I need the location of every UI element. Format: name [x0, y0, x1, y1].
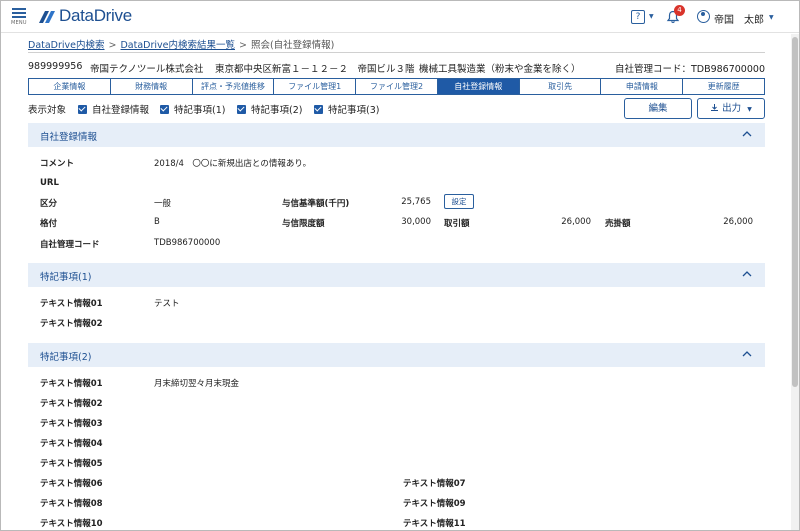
- note2-text05-label: テキスト情報05: [40, 459, 103, 469]
- note2-text04-label: テキスト情報04: [40, 439, 103, 449]
- comment-label: コメント: [40, 159, 75, 169]
- credit-base-label: 与信基準額(千円): [282, 199, 350, 209]
- user-caret-icon[interactable]: ▼: [769, 14, 774, 21]
- setting-button[interactable]: 設定: [444, 194, 474, 209]
- rating-value: B: [154, 217, 160, 227]
- filter-label: 表示対象: [28, 105, 67, 116]
- credit-base-value: 25,765: [401, 197, 431, 207]
- chevron-up-icon[interactable]: [741, 268, 753, 280]
- trade-value: 26,000: [561, 217, 591, 227]
- logo-text: DataDrive: [59, 6, 132, 25]
- note1-text01-value: テスト: [154, 299, 180, 309]
- note2-text06-label: テキスト情報06: [40, 479, 103, 489]
- mgmt-code-value: TDB986700000: [154, 238, 221, 248]
- scrollbar-thumb[interactable]: [792, 37, 798, 387]
- breadcrumb-results-link[interactable]: DataDrive内検索結果一覧: [120, 40, 235, 51]
- user-avatar-icon[interactable]: [697, 10, 710, 23]
- filter-own-registration-checkbox[interactable]: 自社登録情報: [78, 102, 149, 116]
- filter-option-label: 特記事項(2): [251, 105, 303, 116]
- receivable-label: 売掛額: [605, 219, 631, 229]
- category-value: 一般: [154, 199, 172, 209]
- help-caret-icon[interactable]: ▼: [649, 13, 654, 20]
- note2-text02-label: テキスト情報02: [40, 399, 103, 409]
- divider: [28, 52, 765, 53]
- internal-code: 自社管理コード：TDB986700000: [614, 64, 765, 75]
- rating-label: 格付: [40, 219, 58, 229]
- hamburger-icon-bar: [12, 16, 26, 18]
- note2-text08-label: テキスト情報08: [40, 499, 103, 509]
- note2-text11-label: テキスト情報11: [403, 519, 466, 529]
- filter-note3-checkbox[interactable]: 特記事項(3): [314, 102, 379, 116]
- output-button[interactable]: 出力 ▼: [697, 98, 765, 119]
- note2-text01-value: 月末締切翌々月末現金: [154, 379, 240, 389]
- chevron-up-icon[interactable]: [741, 128, 753, 140]
- tab-file-management-1[interactable]: ファイル管理1: [274, 79, 357, 94]
- note2-text01-label: テキスト情報01: [40, 379, 103, 389]
- tab-file-management-2[interactable]: ファイル管理2: [356, 79, 438, 94]
- section-title: 自社登録情報: [40, 132, 98, 143]
- receivable-value: 26,000: [723, 217, 753, 227]
- credit-limit-value: 30,000: [401, 217, 431, 227]
- app-window: MENU DataDrive ? ▼ 4 帝国 太郎 ▼ DataDrive内検…: [0, 0, 800, 531]
- section-header-note1[interactable]: 特記事項(1): [28, 263, 765, 287]
- output-label: 出力: [722, 103, 742, 114]
- filter-option-label: 特記事項(1): [174, 105, 226, 116]
- datadrive-logo-icon: [39, 11, 55, 23]
- company-code: 989999956: [28, 61, 83, 72]
- company-industry: 機械工具製造業（粉末や金業を除く）: [419, 64, 581, 75]
- section-header-note2[interactable]: 特記事項(2): [28, 343, 765, 367]
- company-address: 東京都中央区新富１－１２－２ 帝国ビル３階: [215, 64, 415, 75]
- note2-text03-label: テキスト情報03: [40, 419, 103, 429]
- mgmt-code-label: 自社管理コード: [40, 240, 100, 250]
- top-bar: MENU DataDrive ? ▼ 4 帝国 太郎 ▼: [1, 1, 799, 33]
- download-icon: [711, 104, 719, 111]
- check-icon: [237, 105, 246, 114]
- note2-text07-label: テキスト情報07: [403, 479, 466, 489]
- filter-option-label: 特記事項(3): [328, 105, 380, 116]
- tab-bar: 企業情報 財務情報 評点・予兆値推移 ファイル管理1 ファイル管理2 自社登録情…: [28, 78, 765, 95]
- note1-text01-label: テキスト情報01: [40, 299, 103, 309]
- hamburger-icon: [12, 8, 26, 10]
- chevron-down-icon: ▼: [747, 106, 752, 113]
- check-icon: [314, 105, 323, 114]
- breadcrumb-separator: >: [239, 40, 247, 51]
- notification-badge: 4: [674, 5, 685, 16]
- tab-update-history[interactable]: 更新履歴: [683, 79, 765, 94]
- tab-own-registration[interactable]: 自社登録情報: [437, 79, 520, 94]
- section-title: 特記事項(2): [40, 352, 92, 363]
- filter-note2-checkbox[interactable]: 特記事項(2): [237, 102, 302, 116]
- tab-business-partners[interactable]: 取引先: [519, 79, 602, 94]
- filter-note1-checkbox[interactable]: 特記事項(1): [160, 102, 225, 116]
- credit-limit-label: 与信限度額: [282, 219, 325, 229]
- tab-financial-info[interactable]: 財務情報: [110, 79, 193, 94]
- comment-value: 2018/4 〇〇に新規出店との情報あり。: [154, 159, 312, 169]
- note2-text09-label: テキスト情報09: [403, 499, 466, 509]
- user-name[interactable]: 帝国 太郎: [714, 11, 764, 26]
- url-label: URL: [40, 178, 59, 188]
- breadcrumb: DataDrive内検索 > DataDrive内検索結果一覧 > 照会(自社登録情報): [28, 37, 334, 51]
- trade-label: 取引額: [444, 219, 470, 229]
- filter-option-label: 自社登録情報: [92, 105, 150, 116]
- note2-text10-label: テキスト情報10: [40, 519, 103, 529]
- company-name: 帝国テクノツール株式会社: [90, 64, 204, 75]
- chevron-up-icon[interactable]: [741, 348, 753, 360]
- breadcrumb-separator: >: [108, 40, 117, 51]
- tab-score-trend[interactable]: 評点・予兆値推移: [192, 79, 275, 94]
- section-title: 特記事項(1): [40, 272, 92, 283]
- section-header-own-registration[interactable]: 自社登録情報: [28, 123, 765, 147]
- check-icon: [78, 105, 87, 114]
- edit-button[interactable]: 編集: [624, 98, 692, 119]
- menu-button[interactable]: MENU: [11, 6, 31, 30]
- tab-application-info[interactable]: 申請情報: [601, 79, 684, 94]
- note1-text02-label: テキスト情報02: [40, 319, 103, 329]
- breadcrumb-current: 照会(自社登録情報): [250, 40, 335, 51]
- category-label: 区分: [40, 199, 58, 209]
- breadcrumb-search-link[interactable]: DataDrive内検索: [28, 40, 105, 51]
- check-icon: [160, 105, 169, 114]
- menu-label: MENU: [11, 20, 27, 26]
- help-button[interactable]: ?: [631, 10, 645, 24]
- hamburger-icon-bar: [12, 12, 26, 14]
- tab-company-info[interactable]: 企業情報: [29, 79, 111, 94]
